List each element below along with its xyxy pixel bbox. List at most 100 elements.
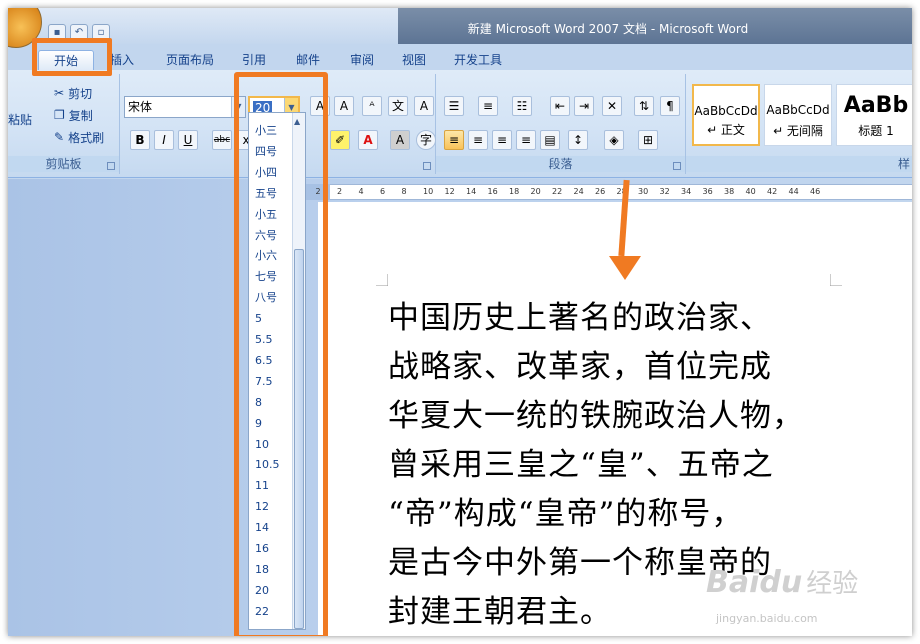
paragraph-group: ☰ ≡ ☷ ⇤ ⇥ ✕ ⇅ ¶ ≡ ≡ ≡ ≡ ▤ ↕ ◈ ⊞ 段落 bbox=[436, 74, 686, 174]
margin-corner-icon bbox=[376, 274, 388, 286]
clipboard-group-label: 剪贴板 bbox=[8, 156, 119, 172]
baidu-watermark: Baidu 经验 bbox=[706, 563, 858, 600]
tab-review[interactable]: 审阅 bbox=[342, 50, 382, 70]
italic-icon[interactable]: I bbox=[154, 130, 174, 150]
align-center-icon[interactable]: ≡ bbox=[468, 130, 488, 150]
ruler-tick: 46 bbox=[810, 187, 821, 196]
tab-references[interactable]: 引用 bbox=[234, 50, 274, 70]
font-color-icon[interactable]: A bbox=[358, 130, 378, 150]
numbering-icon[interactable]: ≡ bbox=[478, 96, 498, 116]
highlight-home-tab bbox=[32, 38, 112, 76]
word-window: ▪ ↶ ▫ 新建 Microsoft Word 2007 文档 - Micros… bbox=[8, 8, 912, 636]
style-name: ↵ 无间隔 bbox=[773, 124, 823, 138]
char-border-icon[interactable]: A bbox=[414, 96, 434, 116]
font-name-value: 宋体 bbox=[128, 100, 153, 114]
styles-group: AaBbCcDd ↵ 正文 AaBbCcDd ↵ 无间隔 AaBb 标题 1 样 bbox=[686, 74, 912, 174]
copy-icon: ❐ bbox=[54, 108, 65, 122]
enclose-char-icon[interactable]: 字 bbox=[416, 130, 436, 150]
ruler-tick: 24 bbox=[573, 187, 584, 196]
tab-developer[interactable]: 开发工具 bbox=[446, 50, 510, 70]
watermark-url: jingyan.baidu.com bbox=[716, 612, 818, 625]
tab-mailings[interactable]: 邮件 bbox=[288, 50, 328, 70]
highlight-icon[interactable]: ✐ bbox=[330, 130, 350, 150]
styles-group-label: 样 bbox=[686, 156, 912, 172]
increase-indent-icon[interactable]: ⇥ bbox=[574, 96, 594, 116]
bullets-icon[interactable]: ☰ bbox=[444, 96, 464, 116]
justify-icon[interactable]: ≡ bbox=[516, 130, 536, 150]
line-spacing-icon[interactable]: ↕ bbox=[568, 130, 588, 150]
show-marks-icon[interactable]: ¶ bbox=[660, 96, 680, 116]
window-title: 新建 Microsoft Word 2007 文档 - Microsoft Wo… bbox=[467, 22, 749, 36]
ruler-tick: 42 bbox=[767, 187, 778, 196]
ruler-tick: 4 bbox=[358, 187, 364, 196]
char-shading-icon[interactable]: A bbox=[390, 130, 410, 150]
paste-button[interactable]: 粘贴 bbox=[8, 108, 32, 130]
style-name: ↵ 正文 bbox=[707, 123, 745, 137]
bold-icon[interactable]: B bbox=[130, 130, 150, 150]
document-line: 战略家、改革家，首位完成 bbox=[388, 349, 772, 385]
highlight-size-dropdown bbox=[234, 72, 328, 636]
watermark-logo: Baidu bbox=[706, 565, 803, 600]
sort-icon[interactable]: ⇅ bbox=[634, 96, 654, 116]
cut-label: 剪切 bbox=[68, 86, 93, 101]
ruler-tick: 2 bbox=[337, 187, 343, 196]
document-line: 封建王朝君主。 bbox=[388, 594, 612, 630]
format-painter-button[interactable]: ✎ 格式刷 bbox=[54, 126, 104, 148]
dialog-launcher-icon[interactable] bbox=[673, 162, 681, 170]
multilevel-list-icon[interactable]: ☷ bbox=[512, 96, 532, 116]
ribbon-tabs: 开始 插入 页面布局 引用 邮件 审阅 视图 开发工具 bbox=[8, 44, 912, 70]
dialog-launcher-icon[interactable] bbox=[107, 162, 115, 170]
ruler-tick: 10 bbox=[423, 187, 434, 196]
align-right-icon[interactable]: ≡ bbox=[492, 130, 512, 150]
ruler-tick: 32 bbox=[659, 187, 670, 196]
clear-format-icon[interactable]: ᴬ bbox=[362, 96, 382, 116]
ruler-tick: 6 bbox=[380, 187, 386, 196]
ruler-tick: 16 bbox=[487, 187, 498, 196]
format-painter-label: 格式刷 bbox=[68, 130, 105, 145]
style-sample: AaBbCcDd bbox=[694, 104, 758, 118]
distributed-icon[interactable]: ▤ bbox=[540, 130, 560, 150]
margin-corner-icon bbox=[830, 274, 842, 286]
copy-button[interactable]: ❐ 复制 bbox=[54, 104, 93, 126]
horizontal-ruler[interactable]: 4224681012141618202224262830323436384042… bbox=[294, 184, 912, 200]
copy-label: 复制 bbox=[68, 108, 93, 123]
title-bar: ▪ ↶ ▫ 新建 Microsoft Word 2007 文档 - Micros… bbox=[8, 8, 912, 48]
asian-layout-icon[interactable]: ✕ bbox=[602, 96, 622, 116]
font-name-box[interactable]: 宋体 ▼ bbox=[124, 96, 246, 118]
strikethrough-icon[interactable]: abc bbox=[212, 130, 232, 150]
orange-arrow-head-icon bbox=[609, 256, 641, 280]
brush-icon: ✎ bbox=[54, 130, 65, 144]
ruler-tick: 14 bbox=[466, 187, 477, 196]
ribbon: 粘贴 ✂ 剪切 ❐ 复制 ✎ 格式刷 剪贴板 宋体 ▼ 20 ▼ A A ᴬ 文… bbox=[8, 70, 912, 178]
dialog-launcher-icon[interactable] bbox=[423, 162, 431, 170]
ruler-tick: 38 bbox=[724, 187, 735, 196]
decrease-indent-icon[interactable]: ⇤ bbox=[550, 96, 570, 116]
ruler-tick: 8 bbox=[401, 187, 407, 196]
document-line: 华夏大一统的铁腕政治人物， bbox=[388, 398, 804, 434]
paragraph-group-label: 段落 bbox=[436, 156, 685, 172]
ruler-tick: 44 bbox=[788, 187, 799, 196]
ruler-tick: 22 bbox=[552, 187, 563, 196]
ruler-tick: 20 bbox=[530, 187, 541, 196]
style-heading-1[interactable]: AaBb 标题 1 bbox=[836, 84, 912, 146]
align-left-icon[interactable]: ≡ bbox=[444, 130, 464, 150]
shrink-font-icon[interactable]: A bbox=[334, 96, 354, 116]
underline-icon[interactable]: U bbox=[178, 130, 198, 150]
phonetic-guide-icon[interactable]: 文 bbox=[388, 96, 408, 116]
paste-label: 粘贴 bbox=[8, 112, 33, 127]
borders-icon[interactable]: ⊞ bbox=[638, 130, 658, 150]
tab-view[interactable]: 视图 bbox=[394, 50, 434, 70]
ruler-tick: 26 bbox=[595, 187, 606, 196]
tab-page-layout[interactable]: 页面布局 bbox=[158, 50, 222, 70]
document-line: “帝”构成“皇帝”的称号， bbox=[388, 496, 744, 532]
style-normal[interactable]: AaBbCcDd ↵ 正文 bbox=[692, 84, 760, 146]
shading-icon[interactable]: ◈ bbox=[604, 130, 624, 150]
ruler-tick: 12 bbox=[444, 187, 455, 196]
clipboard-group: 粘贴 ✂ 剪切 ❐ 复制 ✎ 格式刷 剪贴板 bbox=[8, 74, 120, 174]
ruler-tick: 40 bbox=[745, 187, 756, 196]
document-line: 曾采用三皇之“皇”、五帝之 bbox=[388, 447, 774, 483]
cut-button[interactable]: ✂ 剪切 bbox=[54, 82, 92, 104]
document-line: 中国历史上著名的政治家、 bbox=[388, 300, 772, 336]
style-no-spacing[interactable]: AaBbCcDd ↵ 无间隔 bbox=[764, 84, 832, 146]
style-sample: AaBb bbox=[843, 93, 909, 118]
